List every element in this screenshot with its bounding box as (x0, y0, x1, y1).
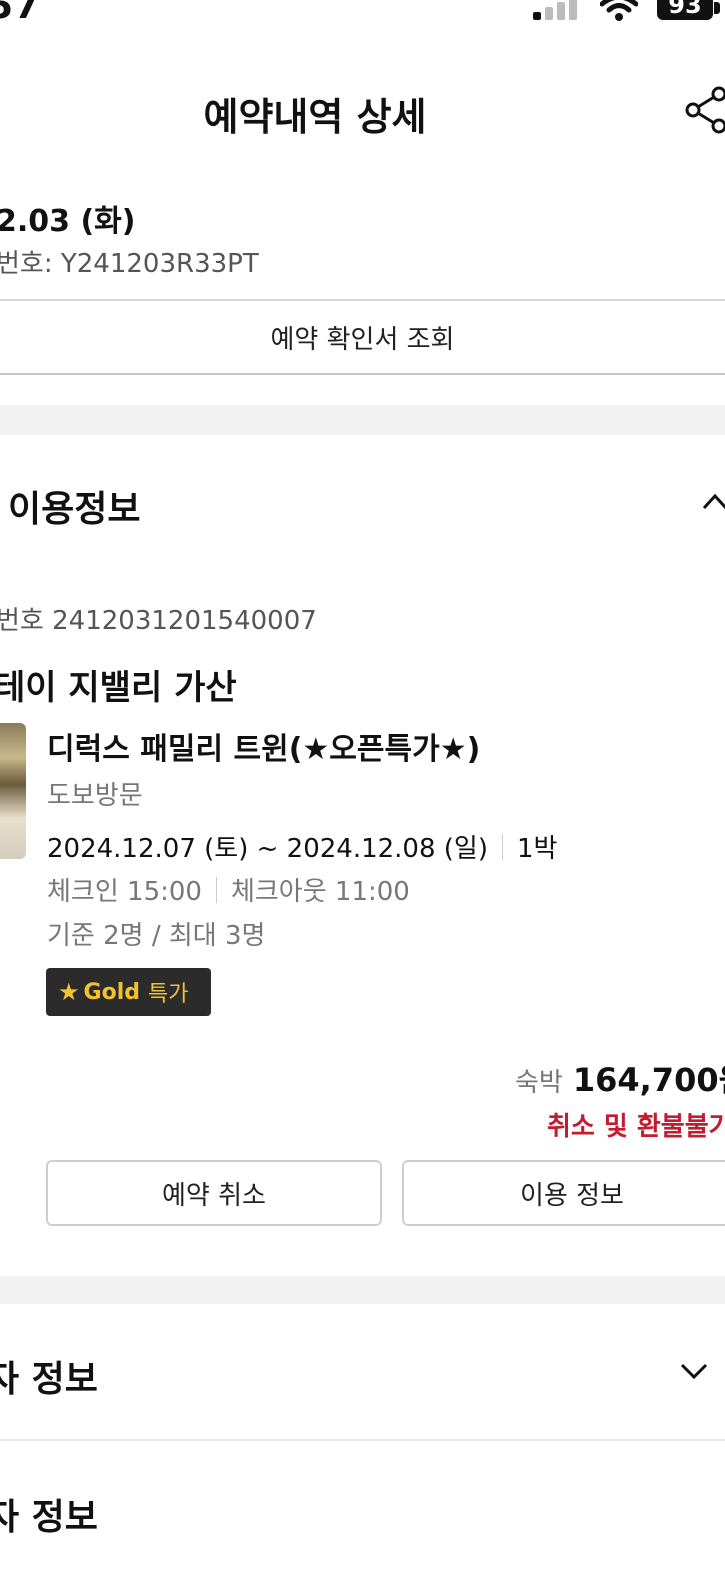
hotel-name[interactable]: 테이 지밸리 가산 (0, 660, 237, 709)
stay-dates: 2024.12.07 (토) ~ 2024.12.08 (일) (47, 834, 488, 864)
section-gap (0, 1276, 725, 1304)
battery-tip (714, 2, 720, 14)
section2-title[interactable]: 자 정보 (0, 1350, 98, 1402)
gold-deal-badge: ★ Gold 특가 (46, 968, 211, 1016)
check-in-time: 체크인 15:00 (47, 877, 202, 907)
status-time: 57 (0, 0, 41, 27)
wifi-icon (600, 0, 638, 21)
order-number: 번호 2412031201540007 (0, 606, 317, 636)
price-label: 숙박 (515, 1068, 563, 1098)
stay-dates-row: 2024.12.07 (토) ~ 2024.12.08 (일) 1박 (47, 828, 557, 865)
chevron-up-icon[interactable] (700, 486, 725, 516)
divider (0, 1439, 725, 1441)
price-row: 숙박 164,700원 (515, 1055, 725, 1101)
chevron-down-icon[interactable] (678, 1355, 710, 1387)
room-thumbnail[interactable] (0, 723, 26, 859)
check-times-row: 체크인 15:00 체크아웃 11:00 (47, 871, 410, 908)
section3-title[interactable]: 자 정보 (0, 1488, 98, 1540)
confirmation-view-button[interactable]: 예약 확인서 조회 (0, 301, 725, 375)
check-out-time: 체크아웃 11:00 (230, 877, 410, 907)
battery-level: 93 (657, 0, 713, 20)
reservation-number: 번호: Y241203R33PT (0, 249, 259, 279)
usage-info-button[interactable]: 이용 정보 (402, 1160, 725, 1226)
nights-count: 1박 (517, 834, 558, 864)
badge-suffix: 특가 (147, 982, 189, 1007)
share-icon[interactable] (683, 84, 725, 136)
section-gap (0, 405, 725, 435)
cancel-reservation-button[interactable]: 예약 취소 (46, 1160, 382, 1226)
guest-capacity: 기준 2명 / 최대 3명 (47, 921, 266, 951)
booking-date: 2.03 (화) (0, 204, 136, 239)
visit-type: 도보방문 (47, 781, 143, 811)
separator (502, 833, 503, 860)
refund-notice: 취소 및 환불불가 (547, 1112, 725, 1142)
room-name: 디럭스 패밀리 트윈(★오픈특가★) (47, 732, 481, 767)
page-title: 예약내역 상세 (203, 95, 427, 139)
badge-label: Gold (83, 979, 140, 1005)
star-icon: ★ (58, 978, 80, 1006)
price-value: 164,700원 (572, 1061, 725, 1099)
separator (215, 876, 217, 903)
signal-icon (533, 0, 581, 22)
usage-section-title: 이용정보 (8, 489, 141, 530)
